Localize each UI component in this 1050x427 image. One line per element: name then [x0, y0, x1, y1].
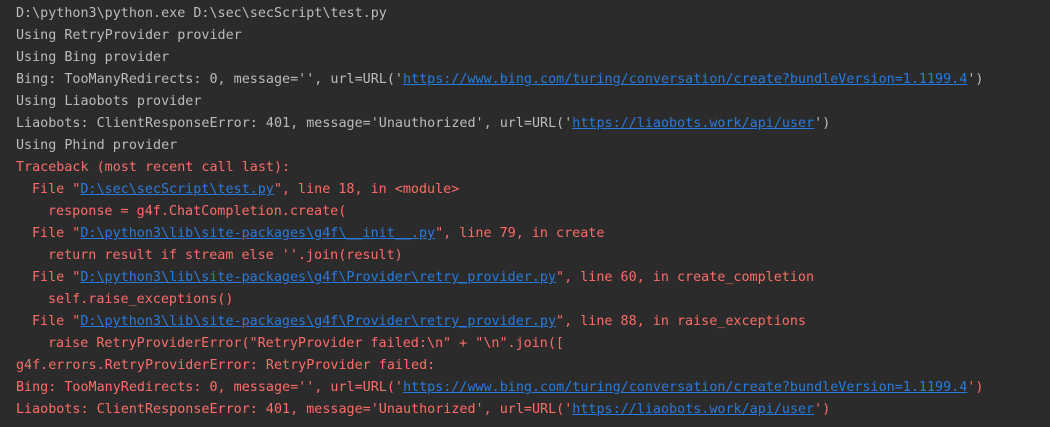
bing-error-suffix: ') — [967, 72, 984, 87]
bing-url-link[interactable]: https://www.bing.com/turing/conversation… — [403, 72, 967, 87]
traceback-code: return result if stream else ''.join(res… — [48, 248, 403, 263]
exception-bing-text: Bing: TooManyRedirects: 0, message='', u… — [16, 380, 403, 395]
liaobots-error-text: Liaobots: ClientResponseError: 401, mess… — [16, 116, 573, 131]
output-line-phind-provider: Using Phind provider — [16, 138, 178, 153]
traceback-frame: File "D:\sec\secScript\test.py", line 18… — [16, 179, 1050, 201]
output-line-liaobots-provider: Using Liaobots provider — [16, 94, 202, 109]
traceback-frame: File "D:\python3\lib\site-packages\g4f\P… — [16, 267, 1050, 289]
exception-bing-suffix: ') — [967, 380, 984, 395]
output-line-bing-provider: Using Bing provider — [16, 50, 170, 65]
exception-liaobots-url-link[interactable]: https://liaobots.work/api/user — [572, 402, 814, 417]
liaobots-error-suffix: ') — [814, 116, 831, 131]
output-line-retry-provider: Using RetryProvider provider — [16, 28, 242, 43]
traceback-code: response = g4f.ChatCompletion.create( — [48, 204, 347, 219]
command-line: D:\python3\python.exe D:\sec\secScript\t… — [16, 6, 387, 21]
frame-prefix: File " — [32, 182, 81, 197]
traceback-header: Traceback (most recent call last): — [16, 160, 291, 175]
frame-file-link[interactable]: D:\python3\lib\site-packages\g4f\__init_… — [80, 226, 435, 241]
exception-bing-line: Bing: TooManyRedirects: 0, message='', u… — [16, 377, 1050, 399]
frame-prefix: File " — [32, 226, 81, 241]
exception-bing-url-link[interactable]: https://www.bing.com/turing/conversation… — [403, 380, 967, 395]
frame-location: ", line 60, in create_completion — [556, 270, 815, 285]
frame-location: ", line 18, in <module> — [273, 182, 460, 197]
run-console: D:\python3\python.exe D:\sec\secScript\t… — [0, 0, 1050, 427]
exception-liaobots-line: Liaobots: ClientResponseError: 401, mess… — [16, 399, 1050, 421]
frame-location: ", line 88, in raise_exceptions — [556, 314, 806, 329]
exception-line: g4f.errors.RetryProviderError: RetryProv… — [16, 358, 436, 373]
frame-prefix: File " — [32, 314, 81, 329]
liaobots-url-link[interactable]: https://liaobots.work/api/user — [572, 116, 814, 131]
frame-prefix: File " — [32, 270, 81, 285]
traceback-frame: File "D:\python3\lib\site-packages\g4f\_… — [16, 223, 1050, 245]
exception-liaobots-suffix: ') — [814, 402, 831, 417]
frame-location: ", line 79, in create — [435, 226, 605, 241]
bing-error-text: Bing: TooManyRedirects: 0, message='', u… — [16, 72, 403, 87]
exception-liaobots-text: Liaobots: ClientResponseError: 401, mess… — [16, 402, 573, 417]
frame-file-link[interactable]: D:\python3\lib\site-packages\g4f\Provide… — [80, 314, 556, 329]
frame-file-link[interactable]: D:\sec\secScript\test.py — [80, 182, 273, 197]
traceback-code: self.raise_exceptions() — [48, 292, 234, 307]
frame-file-link[interactable]: D:\python3\lib\site-packages\g4f\Provide… — [80, 270, 556, 285]
bing-error-line: Bing: TooManyRedirects: 0, message='', u… — [16, 69, 1050, 91]
traceback-code: raise RetryProviderError("RetryProvider … — [48, 336, 564, 351]
liaobots-error-line: Liaobots: ClientResponseError: 401, mess… — [16, 113, 1050, 135]
traceback-frame: File "D:\python3\lib\site-packages\g4f\P… — [16, 311, 1050, 333]
